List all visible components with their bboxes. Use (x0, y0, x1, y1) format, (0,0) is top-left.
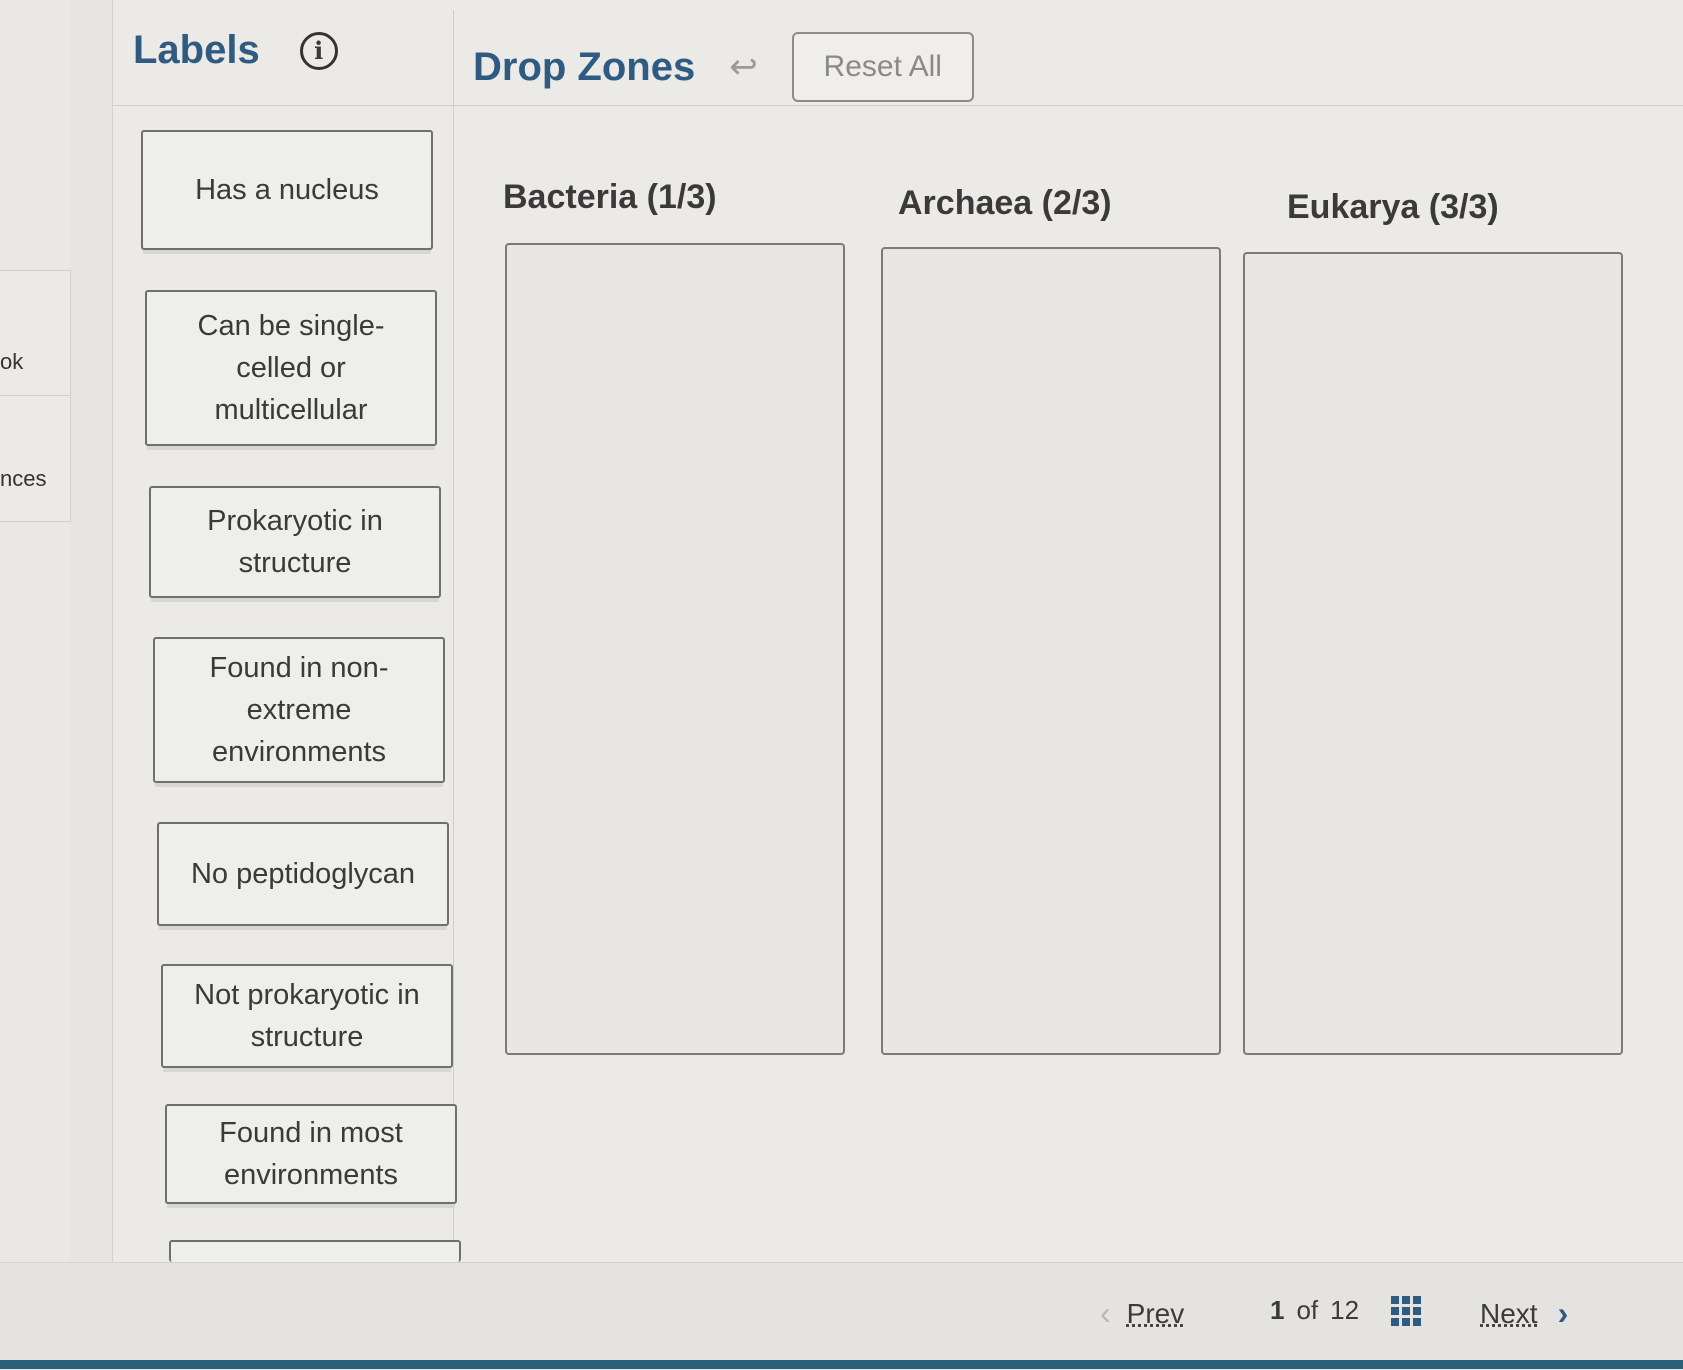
zone-title-eukarya: Eukarya (3/3) (1287, 188, 1499, 226)
page-indicator: 1 of 12 (1270, 1295, 1422, 1326)
drop-zones-title: Drop Zones (473, 44, 696, 89)
label-card[interactable]: Can be single-celled or multicellular (145, 290, 437, 446)
next-label: Next (1480, 1297, 1538, 1329)
label-card-text: Found in most environments (219, 1116, 403, 1191)
label-card-text: Found in non-extreme environments (209, 651, 389, 769)
labels-title: Labels (133, 28, 260, 72)
label-card[interactable]: Has a nucleus (141, 130, 433, 250)
label-card[interactable]: Not prokaryotic in structure (161, 964, 453, 1068)
side-tab-ebook[interactable]: ok (0, 270, 71, 397)
drop-zone-eukarya[interactable] (1243, 252, 1623, 1055)
label-card-text: Not prokaryotic in structure (194, 978, 420, 1053)
chevron-left-icon: ‹ (1100, 1295, 1111, 1331)
prev-label: Prev (1126, 1297, 1185, 1329)
drop-zone-bacteria[interactable] (505, 243, 845, 1055)
labels-header: Labels i (133, 28, 338, 73)
zone-title-bacteria: Bacteria (1/3) (503, 178, 717, 216)
label-card[interactable]: Prokaryotic in structure (149, 486, 441, 598)
label-card-text: Prokaryotic in structure (207, 504, 383, 579)
drop-zone-archaea[interactable] (881, 247, 1221, 1055)
label-card[interactable] (169, 1240, 461, 1262)
label-card-text: Can be single-celled or multicellular (197, 309, 385, 427)
bottom-edge (0, 1360, 1683, 1369)
side-tab-references-label: nces (0, 466, 47, 491)
left-sidebar: ok nces (0, 0, 71, 1369)
undo-icon[interactable]: ↩ (729, 47, 758, 87)
reset-all-button[interactable]: Reset All (791, 32, 974, 102)
label-card-text: No peptidoglycan (190, 857, 416, 890)
label-card-text: Has a nucleus (195, 173, 379, 206)
header-divider (113, 105, 1683, 106)
chevron-right-icon: › (1557, 1295, 1569, 1331)
main-panel: Labels i Drop Zones ↩ Reset All Has a nu… (112, 0, 1683, 1262)
drop-zones-header: Drop Zones ↩ Reset All (473, 32, 974, 102)
label-card[interactable]: No peptidoglycan (157, 822, 449, 926)
grid-icon[interactable] (1391, 1295, 1422, 1326)
current-page: 1 (1270, 1295, 1285, 1325)
info-icon[interactable]: i (299, 31, 338, 70)
next-button[interactable]: Next › (1480, 1295, 1568, 1332)
footer-bar (0, 1262, 1683, 1370)
zone-title-archaea: Archaea (2/3) (898, 184, 1112, 222)
column-divider (453, 10, 454, 1260)
label-card[interactable]: Found in most environments (165, 1104, 457, 1204)
side-tab-ebook-label: ok (0, 349, 24, 374)
label-card[interactable]: Found in non-extreme environments (153, 637, 445, 783)
prev-button[interactable]: ‹ Prev (1100, 1295, 1184, 1332)
total-pages: 12 (1330, 1295, 1360, 1325)
side-tab-references[interactable]: nces (0, 395, 71, 522)
of-label: of (1296, 1295, 1319, 1325)
